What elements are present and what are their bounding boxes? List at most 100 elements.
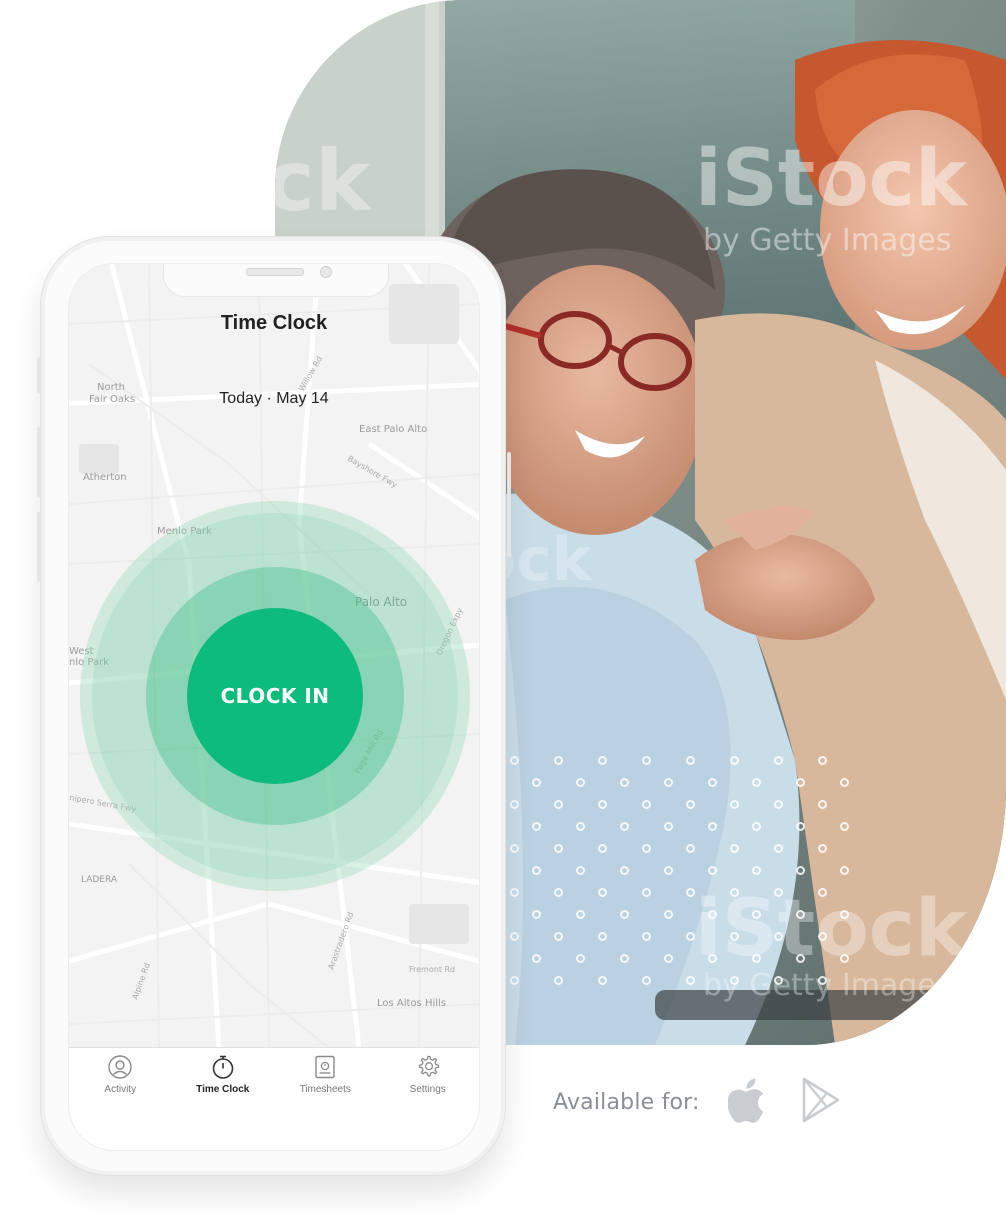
grid-dot (576, 954, 585, 963)
tab-label: Time Clock (196, 1084, 250, 1095)
stopwatch-icon (212, 1055, 234, 1079)
grid-dot (774, 844, 783, 853)
map-label: LADERA (81, 875, 118, 885)
grid-dot (818, 844, 827, 853)
grid-dot (664, 954, 673, 963)
grid-dot (796, 910, 805, 919)
grid-dot (752, 822, 761, 831)
grid-dot (774, 800, 783, 809)
phone-volume-up (37, 427, 41, 497)
grid-dot (686, 800, 695, 809)
map-label: East Palo Alto (359, 424, 427, 435)
grid-dot (598, 976, 607, 985)
grid-dot (796, 866, 805, 875)
svg-text:iStock: iStock (695, 134, 969, 224)
grid-dot (532, 910, 541, 919)
phone-mute-switch (37, 357, 41, 393)
date-label: Today · May 14 (219, 390, 329, 407)
grid-dot (752, 910, 761, 919)
availability-label: Available for: (553, 1089, 700, 1115)
svg-text:ck: ck (275, 132, 373, 230)
phone-notch (163, 264, 389, 297)
grid-dot (818, 888, 827, 897)
grid-dot (708, 954, 717, 963)
grid-dot (840, 822, 849, 831)
grid-dot (510, 888, 519, 897)
grid-dot (840, 954, 849, 963)
tab-activity[interactable]: Activity (69, 1048, 172, 1150)
phone-screen: North Fair Oaks East Palo Alto Atherton … (68, 263, 480, 1151)
apple-icon[interactable] (726, 1075, 772, 1130)
grid-dot (686, 976, 695, 985)
grid-dot (620, 954, 629, 963)
grid-dot (818, 800, 827, 809)
grid-dot (730, 800, 739, 809)
grid-dot (774, 756, 783, 765)
tab-time-clock[interactable]: Time Clock (172, 1048, 275, 1150)
grid-dot (840, 866, 849, 875)
phone-volume-down (37, 512, 41, 582)
grid-dot (774, 888, 783, 897)
grid-dot (840, 910, 849, 919)
grid-dot (532, 954, 541, 963)
phone-speaker (246, 268, 304, 276)
grid-dot (752, 866, 761, 875)
decorative-dot-grid (510, 756, 850, 996)
grid-dot (554, 932, 563, 941)
grid-dot (510, 800, 519, 809)
page-title: Time Clock (220, 312, 328, 334)
grid-dot (598, 932, 607, 941)
grid-dot (730, 844, 739, 853)
grid-dot (554, 888, 563, 897)
grid-dot (642, 888, 651, 897)
grid-dot (774, 932, 783, 941)
grid-dot (554, 800, 563, 809)
grid-dot (576, 866, 585, 875)
grid-dot (642, 976, 651, 985)
user-circle-icon (108, 1055, 132, 1079)
grid-dot (642, 932, 651, 941)
phone-camera (320, 266, 332, 278)
grid-dot (796, 778, 805, 787)
grid-dot (686, 932, 695, 941)
grid-dot (620, 778, 629, 787)
grid-dot (554, 756, 563, 765)
grid-dot (554, 844, 563, 853)
tab-settings[interactable]: Settings (377, 1048, 480, 1150)
grid-dot (664, 866, 673, 875)
grid-dot (642, 756, 651, 765)
grid-dot (686, 888, 695, 897)
grid-dot (730, 976, 739, 985)
grid-dot (708, 778, 717, 787)
grid-dot (598, 844, 607, 853)
grid-dot (554, 976, 563, 985)
grid-dot (686, 844, 695, 853)
bottom-tab-bar: Activity Time Clock Timesheets Settings (69, 1047, 480, 1150)
grid-dot (510, 756, 519, 765)
clock-in-button[interactable]: CLOCK IN (187, 608, 363, 784)
grid-dot (664, 822, 673, 831)
grid-dot (642, 844, 651, 853)
grid-dot (510, 844, 519, 853)
tab-label: Activity (104, 1084, 137, 1095)
grid-dot (598, 888, 607, 897)
grid-dot (664, 778, 673, 787)
grid-dot (818, 976, 827, 985)
grid-dot (818, 932, 827, 941)
grid-dot (708, 910, 717, 919)
availability: Available for: (553, 1072, 842, 1132)
grid-dot (774, 976, 783, 985)
phone-power-button (507, 452, 511, 557)
phone-mockup: North Fair Oaks East Palo Alto Atherton … (37, 236, 511, 1176)
grid-dot (642, 800, 651, 809)
gear-icon (418, 1055, 439, 1077)
map-label: Los Altos Hills (377, 998, 446, 1009)
grid-dot (576, 778, 585, 787)
svg-text:by Getty Images: by Getty Images (703, 223, 951, 258)
grid-dot (598, 756, 607, 765)
grid-dot (708, 866, 717, 875)
grid-dot (620, 822, 629, 831)
google-play-icon[interactable] (800, 1076, 842, 1129)
tab-timesheets[interactable]: Timesheets (274, 1048, 377, 1150)
map-label: Atherton (83, 472, 127, 483)
